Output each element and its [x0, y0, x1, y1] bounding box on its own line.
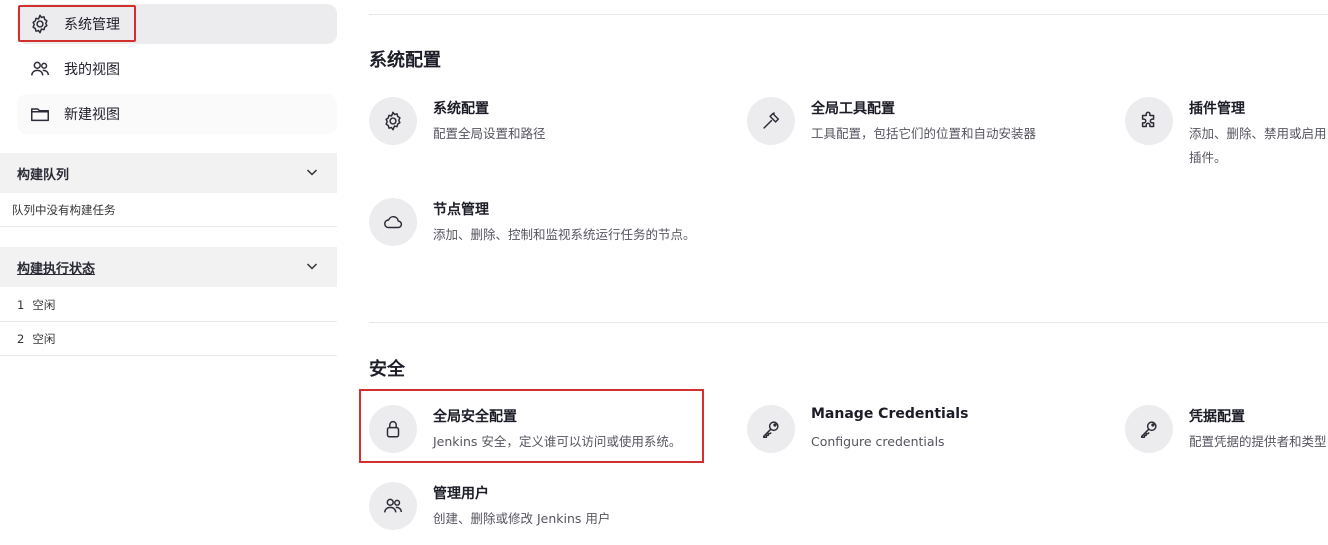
card-global-tools[interactable]: 全局工具配置 工具配置，包括它们的位置和自动安装器 — [747, 97, 1087, 167]
build-queue-header[interactable]: 构建队列 — [0, 153, 337, 193]
card-title: 系统配置 — [433, 101, 489, 117]
executor-row: 2 空闲 — [0, 322, 337, 356]
card-desc: 添加、删除、禁用或启用插件。 — [1189, 126, 1327, 165]
executor-number: 2 — [17, 331, 25, 346]
executors-header[interactable]: 构建执行状态 — [0, 247, 337, 287]
sidebar-item-my-views[interactable]: 我的视图 — [17, 49, 337, 89]
divider — [369, 322, 1328, 323]
sidebar-item-label: 我的视图 — [64, 62, 120, 78]
puzzle-icon — [1125, 97, 1173, 145]
chevron-down-icon[interactable] — [305, 164, 319, 183]
build-queue-title: 构建队列 — [17, 167, 70, 183]
build-queue-empty: 队列中没有构建任务 — [0, 193, 337, 227]
highlight-box — [18, 5, 136, 42]
card-desc: 添加、删除、控制和监视系统运行任务的节点。 — [433, 227, 696, 242]
main-content: 系统配置 系统配置 配置全局设置和路径 全局工具配置 工具配置，包括它们的位置和… — [369, 0, 1328, 545]
chevron-down-icon[interactable] — [305, 258, 319, 277]
card-desc: 配置全局设置和路径 — [433, 126, 546, 141]
executor-number: 1 — [17, 297, 25, 312]
card-desc: 创建、删除或修改 Jenkins 用户 — [433, 511, 611, 526]
card-desc: Configure credentials — [811, 434, 945, 449]
card-title: 节点管理 — [433, 202, 489, 218]
executors-title[interactable]: 构建执行状态 — [17, 258, 95, 277]
cloud-icon — [369, 198, 417, 246]
card-title: 管理用户 — [433, 486, 489, 502]
card-title: Manage Credentials — [811, 406, 969, 422]
card-manage-credentials[interactable]: Manage Credentials Configure credentials — [747, 405, 1087, 475]
highlight-box — [359, 389, 704, 463]
users-icon — [369, 482, 417, 530]
card-manage-users[interactable]: 管理用户 创建、删除或修改 Jenkins 用户 — [369, 482, 709, 545]
section-title-security: 安全 — [369, 359, 405, 380]
card-title: 全局工具配置 — [811, 101, 895, 117]
sidebar-item-label: 新建视图 — [64, 107, 120, 123]
executor-row: 1 空闲 — [0, 288, 337, 322]
card-desc: 工具配置，包括它们的位置和自动安装器 — [811, 126, 1037, 141]
card-desc: 配置凭据的提供者和类型 — [1189, 434, 1327, 449]
key-icon — [1125, 405, 1173, 453]
key-icon — [747, 405, 795, 453]
folder-icon — [28, 102, 52, 126]
sidebar: 系统管理 我的视图 新建视图 构建队列 队列中没有构建任务 构建执行状态 1 空… — [0, 0, 337, 545]
executor-status: 空闲 — [32, 331, 56, 346]
card-plugin-manager[interactable]: 插件管理 添加、删除、禁用或启用插件。 — [1125, 97, 1328, 167]
divider — [369, 14, 1328, 15]
gear-icon — [369, 97, 417, 145]
card-credential-config[interactable]: 凭据配置 配置凭据的提供者和类型 — [1125, 405, 1328, 475]
users-icon — [28, 57, 52, 81]
sidebar-item-new-view[interactable]: 新建视图 — [17, 94, 337, 134]
card-node-manager[interactable]: 节点管理 添加、删除、控制和监视系统运行任务的节点。 — [369, 198, 709, 268]
hammer-icon — [747, 97, 795, 145]
card-title: 凭据配置 — [1189, 409, 1245, 425]
section-title-system-config: 系统配置 — [369, 50, 441, 71]
card-system-config[interactable]: 系统配置 配置全局设置和路径 — [369, 97, 709, 167]
card-title: 插件管理 — [1189, 101, 1245, 117]
executor-status: 空闲 — [32, 297, 56, 312]
